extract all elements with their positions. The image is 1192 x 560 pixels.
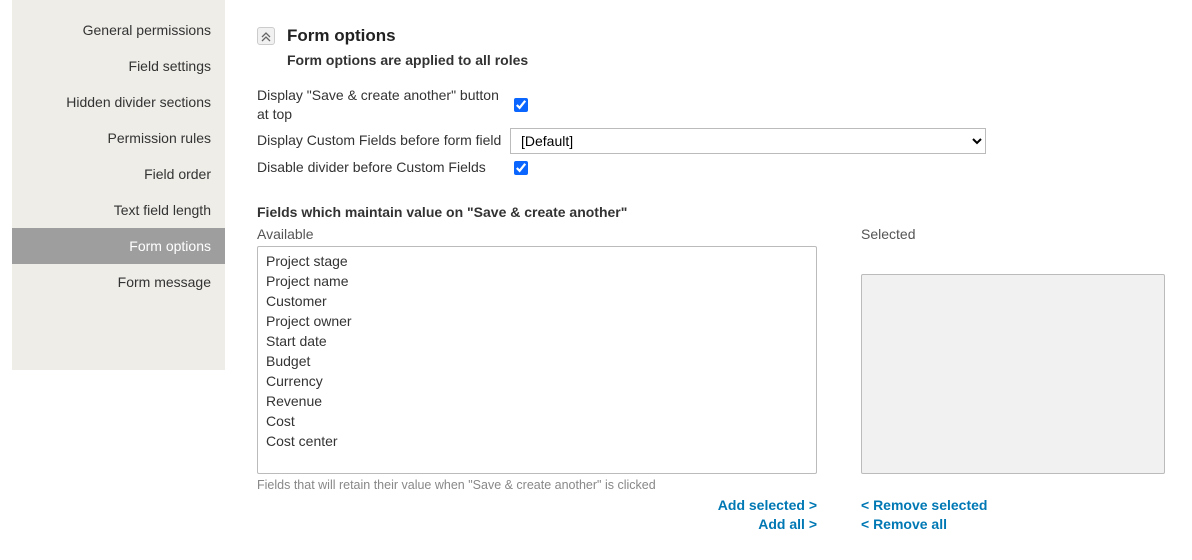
- sidebar-item-form-message[interactable]: Form message: [12, 264, 225, 300]
- add-selected-link[interactable]: Add selected >: [257, 496, 817, 515]
- sidebar-item-general-permissions[interactable]: General permissions: [12, 12, 225, 48]
- label-disable-divider: Disable divider before Custom Fields: [257, 158, 502, 177]
- available-list[interactable]: Project stageProject nameCustomerProject…: [257, 246, 817, 474]
- available-label: Available: [257, 226, 817, 242]
- checkbox-disable-divider[interactable]: [514, 161, 528, 175]
- section-subtitle: Form options are applied to all roles: [287, 52, 1172, 68]
- checkbox-save-create[interactable]: [514, 98, 528, 112]
- list-item[interactable]: Start date: [262, 331, 812, 351]
- list-item[interactable]: Cost center: [262, 431, 812, 451]
- sidebar-item-permission-rules[interactable]: Permission rules: [12, 120, 225, 156]
- list-item[interactable]: Project name: [262, 271, 812, 291]
- maintain-title: Fields which maintain value on "Save & c…: [257, 204, 1172, 220]
- list-item[interactable]: Project owner: [262, 311, 812, 331]
- sidebar-item-text-field-length[interactable]: Text field length: [12, 192, 225, 228]
- helper-text: Fields that will retain their value when…: [257, 478, 817, 492]
- selected-label: Selected: [861, 226, 1165, 242]
- sidebar: General permissions Field settings Hidde…: [12, 0, 225, 370]
- selected-list[interactable]: [861, 274, 1165, 474]
- list-item[interactable]: Project stage: [262, 251, 812, 271]
- section-title: Form options: [287, 26, 396, 46]
- sidebar-item-field-settings[interactable]: Field settings: [12, 48, 225, 84]
- remove-selected-link[interactable]: < Remove selected: [861, 496, 1165, 515]
- sidebar-item-form-options[interactable]: Form options: [12, 228, 225, 264]
- list-item[interactable]: Currency: [262, 371, 812, 391]
- sidebar-item-hidden-divider-sections[interactable]: Hidden divider sections: [12, 84, 225, 120]
- sidebar-item-field-order[interactable]: Field order: [12, 156, 225, 192]
- add-all-link[interactable]: Add all >: [257, 515, 817, 534]
- list-item[interactable]: Revenue: [262, 391, 812, 411]
- remove-all-link[interactable]: < Remove all: [861, 515, 1165, 534]
- list-item[interactable]: Cost: [262, 411, 812, 431]
- label-save-create: Display "Save & create another" button a…: [257, 86, 502, 124]
- main-panel: Form options Form options are applied to…: [225, 0, 1192, 560]
- list-item[interactable]: Budget: [262, 351, 812, 371]
- select-custom-before[interactable]: [Default]: [510, 128, 986, 154]
- collapse-icon[interactable]: [257, 27, 275, 45]
- label-custom-before: Display Custom Fields before form field: [257, 131, 502, 150]
- list-item[interactable]: Customer: [262, 291, 812, 311]
